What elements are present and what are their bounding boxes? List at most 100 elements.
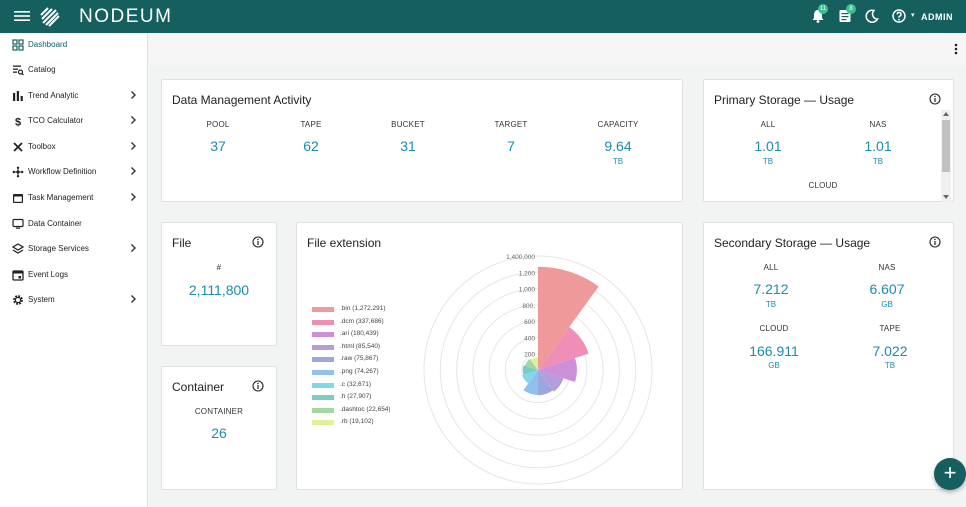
- all-value: 1.01: [718, 138, 818, 154]
- target-value: 7: [461, 138, 561, 154]
- radial-tick-label: 1,000: [519, 287, 536, 294]
- file-extension-polar-chart: 200400600800,1,0001,2001,400,000: [296, 222, 683, 490]
- radial-tick-label: 200: [524, 352, 535, 359]
- nas-value: 1.01: [828, 138, 928, 154]
- target-label: TARGET: [471, 120, 551, 129]
- sidebar-item-storage-services[interactable]: Storage Services: [0, 240, 148, 260]
- event-calendar-icon: [12, 269, 24, 281]
- container-card: Container CONTAINER 26: [161, 366, 277, 490]
- sidebar-item-tco-calculator[interactable]: $ TCO Calculator: [0, 112, 148, 132]
- sidebar-item-catalog[interactable]: Catalog: [0, 61, 148, 81]
- more-options-icon[interactable]: [952, 42, 960, 56]
- sidebar-item-toolbox[interactable]: Toolbox: [0, 138, 148, 158]
- capacity-value: 9.64: [568, 138, 668, 154]
- sidebar-item-label: Dashboard: [28, 40, 67, 49]
- notification-count-badge: 11: [818, 4, 828, 14]
- nas-unit: TB: [858, 157, 898, 166]
- sidebar-item-label: Trend Analytic: [28, 91, 78, 100]
- cloud-label: CLOUD: [734, 324, 814, 333]
- sidebar: Dashboard Catalog Trend Analytic $ TCO C…: [0, 33, 148, 507]
- bucket-label: BUCKET: [368, 120, 448, 129]
- data-management-activity-card: Data Management Activity POOL 37 TAPE 62…: [161, 79, 683, 202]
- all-unit: TB: [748, 157, 788, 166]
- workflow-icon: [12, 166, 24, 178]
- card-title: Container: [172, 380, 224, 394]
- chevron-right-icon: [128, 166, 138, 176]
- radial-tick-label: 800,: [522, 303, 535, 310]
- monitor-icon: [12, 218, 24, 230]
- bucket-value: 31: [358, 138, 458, 154]
- chevron-right-icon: [128, 115, 138, 125]
- calendar-icon: [12, 192, 24, 204]
- info-icon[interactable]: [252, 380, 264, 392]
- sidebar-item-label: Storage Services: [28, 244, 89, 253]
- sidebar-item-trend-analytic[interactable]: Trend Analytic: [0, 87, 148, 107]
- container-count-label: CONTAINER: [179, 407, 259, 416]
- capacity-label: CAPACITY: [578, 120, 658, 129]
- sidebar-item-label: Workflow Definition: [28, 167, 96, 176]
- radial-tick-label: 1,400,000: [506, 254, 535, 261]
- chevron-right-icon: [128, 294, 138, 304]
- scrollbar-thumb[interactable]: [942, 120, 950, 172]
- user-menu[interactable]: ADMIN: [921, 12, 953, 22]
- info-icon[interactable]: [929, 236, 941, 248]
- info-icon[interactable]: [252, 236, 264, 248]
- sidebar-item-task-management[interactable]: Task Management: [0, 189, 148, 209]
- content-toolbar: [149, 33, 966, 65]
- nas-label: NAS: [838, 120, 918, 129]
- nas-value: 6.607: [837, 281, 937, 297]
- file-card: File # 2,111,800: [161, 222, 277, 346]
- all-unit: TB: [751, 300, 791, 309]
- sidebar-item-label: System: [28, 295, 55, 304]
- hamburger-menu-icon[interactable]: [14, 9, 30, 23]
- capacity-unit: TB: [598, 157, 638, 166]
- sidebar-item-label: Event Logs: [28, 270, 68, 279]
- pool-value: 37: [168, 138, 268, 154]
- user-menu-caret-icon[interactable]: ▾: [911, 11, 915, 19]
- container-count-value: 26: [169, 425, 269, 441]
- cloud-value: 166.911: [724, 343, 824, 359]
- sidebar-item-workflow-definition[interactable]: Workflow Definition: [0, 163, 148, 183]
- add-widget-button[interactable]: +: [934, 458, 966, 490]
- scroll-down-icon[interactable]: [942, 194, 950, 200]
- bar-chart-icon: [12, 90, 24, 102]
- cloud-label: CLOUD: [783, 181, 863, 190]
- help-icon[interactable]: [891, 8, 907, 24]
- sidebar-item-label: Data Container: [28, 219, 82, 228]
- sidebar-item-label: Toolbox: [28, 142, 56, 151]
- radial-tick-label: 600: [524, 319, 535, 326]
- all-label: ALL: [728, 120, 808, 129]
- tape-unit: TB: [870, 361, 910, 370]
- sidebar-item-event-logs[interactable]: Event Logs: [0, 266, 148, 286]
- sidebar-item-system[interactable]: System: [0, 291, 148, 311]
- nas-unit: GB: [867, 300, 907, 309]
- sidebar-item-label: Catalog: [28, 65, 56, 74]
- catalog-icon: [12, 64, 24, 76]
- plus-icon: +: [934, 461, 966, 485]
- all-label: ALL: [731, 263, 811, 272]
- chevron-right-icon: [128, 90, 138, 100]
- cloud-unit: GB: [754, 361, 794, 370]
- sidebar-item-data-container[interactable]: Data Container: [0, 215, 148, 235]
- sidebar-item-label: TCO Calculator: [28, 116, 83, 125]
- card-title: Secondary Storage — Usage: [714, 236, 870, 250]
- tasks-count-badge: 8: [846, 4, 856, 14]
- svg-text:$: $: [15, 117, 21, 128]
- dark-mode-moon-icon[interactable]: [864, 8, 880, 24]
- tape-label: TAPE: [271, 120, 351, 129]
- sidebar-item-dashboard[interactable]: Dashboard: [0, 36, 148, 56]
- pool-label: POOL: [178, 120, 258, 129]
- nas-label: NAS: [847, 263, 927, 272]
- tape-label: TAPE: [850, 324, 930, 333]
- card-title: Data Management Activity: [172, 93, 311, 107]
- file-count-label: #: [179, 263, 259, 272]
- tape-value: 62: [261, 138, 361, 154]
- gear-icon: [12, 294, 24, 306]
- scroll-up-icon[interactable]: [942, 111, 950, 117]
- dollar-icon: $: [12, 115, 24, 127]
- chevron-right-icon: [128, 192, 138, 202]
- tools-icon: [12, 141, 24, 153]
- nodeum-logo-icon[interactable]: [38, 5, 62, 29]
- info-icon[interactable]: [929, 93, 941, 105]
- top-bar: NODEUM 11 8 ▾ ADMIN: [0, 0, 966, 33]
